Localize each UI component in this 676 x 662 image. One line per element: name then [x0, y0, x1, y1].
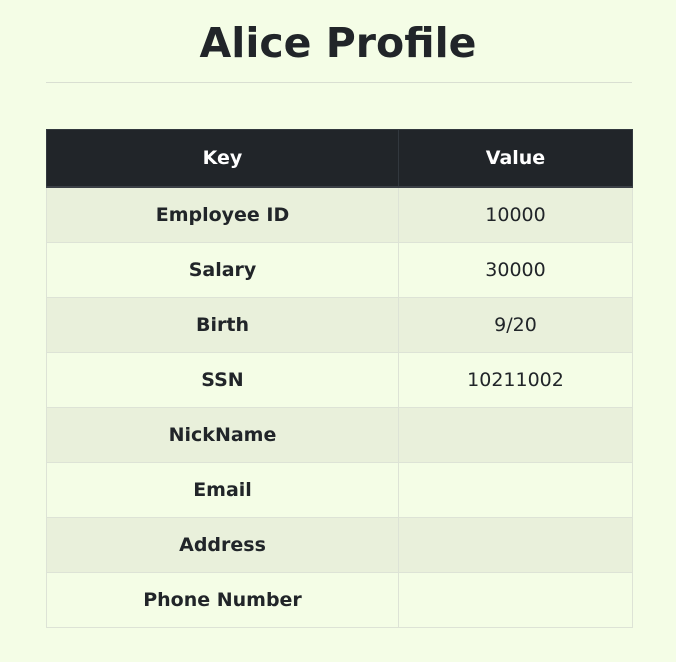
row-value — [398, 462, 633, 518]
row-key: Address — [46, 517, 399, 573]
row-value — [398, 517, 633, 573]
table-body: Employee ID 10000 Salary 30000 Birth 9/2… — [46, 186, 633, 628]
row-key: Email — [46, 462, 399, 518]
title-divider — [46, 82, 632, 83]
row-value — [398, 572, 633, 628]
page-title: Alice Profile — [199, 19, 477, 67]
table-row: Salary 30000 — [46, 242, 633, 298]
row-key: SSN — [46, 352, 399, 408]
row-key: Employee ID — [46, 186, 399, 243]
table-row: Phone Number — [46, 572, 633, 628]
row-key: Birth — [46, 297, 399, 353]
row-key: Phone Number — [46, 572, 399, 628]
column-header-key: Key — [46, 129, 399, 188]
table-header: Key Value — [46, 129, 633, 188]
table-row: Email — [46, 462, 633, 518]
table-row: Employee ID 10000 — [46, 186, 633, 243]
profile-table: Key Value Employee ID 10000 Salary 30000… — [46, 129, 633, 628]
column-header-value: Value — [398, 129, 633, 188]
table-row: Birth 9/20 — [46, 297, 633, 353]
table-row: NickName — [46, 407, 633, 463]
row-key: NickName — [46, 407, 399, 463]
row-value: 10211002 — [398, 352, 633, 408]
profile-page: Alice Profile Key Value Employee ID 1000… — [0, 0, 676, 662]
row-value: 9/20 — [398, 297, 633, 353]
row-value: 10000 — [398, 186, 633, 243]
row-key: Salary — [46, 242, 399, 298]
table-row: Address — [46, 517, 633, 573]
row-value — [398, 407, 633, 463]
header-row: Key Value — [46, 129, 633, 188]
row-value: 30000 — [398, 242, 633, 298]
table-row: SSN 10211002 — [46, 352, 633, 408]
